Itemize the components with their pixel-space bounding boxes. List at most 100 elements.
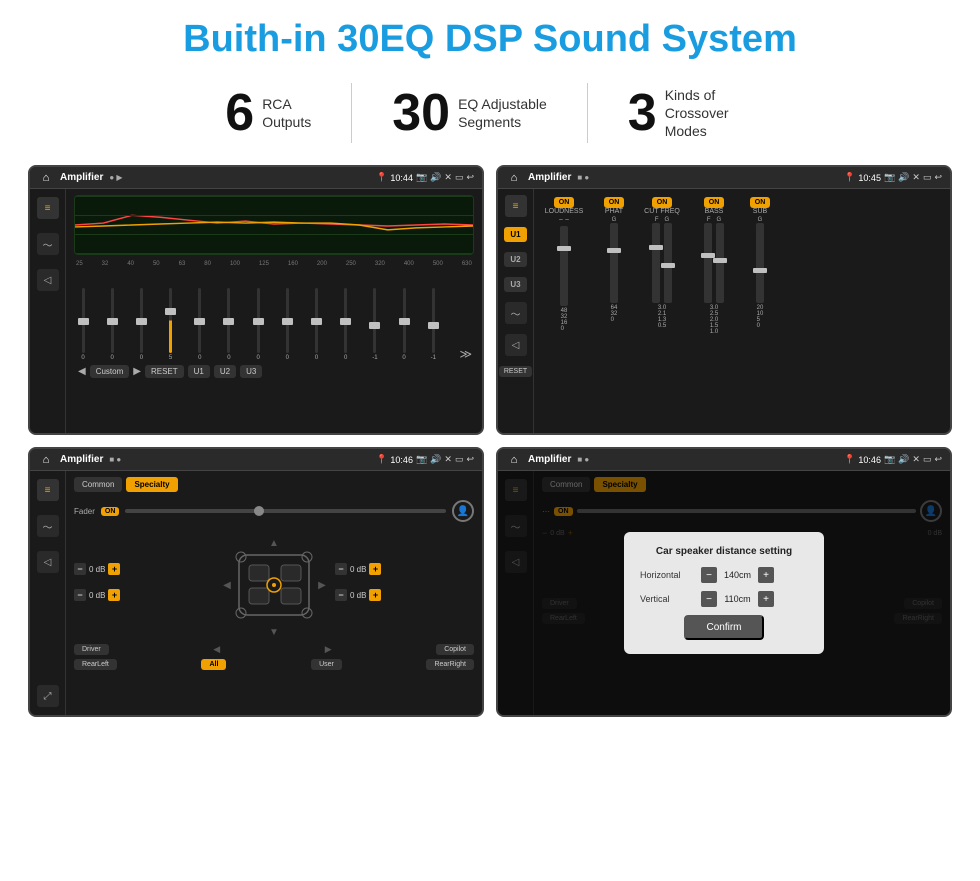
eq-slider-8[interactable]: 0 [310,288,324,361]
eq-slider-12[interactable]: -1 [426,288,440,361]
volume-icon4: 🔊 [898,454,909,465]
vol-minus-4[interactable]: − [335,589,347,601]
eq-graph [74,195,474,255]
eq-sliders-row: 0 0 0 5 [74,271,474,361]
vertical-stepper: − 110cm + [701,591,774,607]
screen3-home-icon[interactable]: ⌂ [38,452,54,468]
u2-select-btn[interactable]: U2 [504,252,526,267]
bass-toggle[interactable]: ON [704,197,725,208]
vol-minus-1[interactable]: − [74,563,86,575]
stat-crossover: 3 Kinds ofCrossover Modes [588,86,795,141]
volume-icon3: 🔊 [430,454,441,465]
cutfreq-toggle[interactable]: ON [652,197,673,208]
eq-slider-2[interactable]: 0 [134,288,148,361]
vol-minus-3[interactable]: − [335,563,347,575]
wave-icon[interactable]: 〜 [37,233,59,255]
vol-plus-1[interactable]: + [108,563,120,575]
eq-slider-0[interactable]: 0 [76,288,90,361]
sub-label: SUB [753,208,767,215]
rearleft-btn[interactable]: RearLeft [74,659,117,670]
sub-toggle[interactable]: ON [750,197,771,208]
fader-slider[interactable] [125,509,446,513]
phat-slider[interactable] [610,223,618,303]
eq-slider-11[interactable]: 0 [397,288,411,361]
vol-minus-2[interactable]: − [74,589,86,601]
home-icon[interactable]: ⌂ [38,170,54,186]
screen4-title: Amplifier [528,454,571,465]
vertical-minus-btn[interactable]: − [701,591,717,607]
custom-btn[interactable]: Custom [90,365,130,378]
eq-slider-6[interactable]: 0 [251,288,265,361]
loudness-toggle[interactable]: ON [554,197,575,208]
u1-btn[interactable]: U1 [188,365,210,378]
eq-icon[interactable]: ≡ [37,197,59,219]
horizontal-plus-btn[interactable]: + [758,567,774,583]
speaker-icon[interactable]: ◁ [37,269,59,291]
dialog-vertical-label: Vertical [640,594,695,604]
bass-label: BASS [705,208,724,215]
copilot-btn[interactable]: Copilot [436,644,474,655]
reset-btn[interactable]: RESET [145,365,184,378]
profile-icon[interactable]: 👤 [452,500,474,522]
sub-slider[interactable] [756,223,764,303]
stats-row: 6 RCAOutputs 30 EQ AdjustableSegments 3 … [28,83,952,143]
cutfreq-slider-g[interactable] [664,223,672,303]
eq-more-icon[interactable]: ≫ [459,347,472,361]
vertical-value: 110cm [720,594,755,604]
eq-slider-4[interactable]: 0 [193,288,207,361]
u1-select-btn[interactable]: U1 [504,227,526,242]
vol-left-2: − 0 dB + [74,589,120,601]
horizontal-minus-btn[interactable]: − [701,567,717,583]
vol-row-2: − 0 dB + [74,589,213,601]
vol-plus-2[interactable]: + [108,589,120,601]
screen3-title: Amplifier [60,454,103,465]
screen-eq: ⌂ Amplifier ● ▶ 📍 10:44 📷 🔊 ✕ ▭ ↩ ≡ 〜 ◁ [28,165,484,435]
eq-slider-9[interactable]: 0 [339,288,353,361]
vol-plus-3[interactable]: + [369,563,381,575]
eq-slider-3[interactable]: 5 [164,288,178,361]
cross-eq-icon[interactable]: ≡ [505,195,527,217]
cross-wave-icon[interactable]: 〜 [505,302,527,324]
rearright-btn[interactable]: RearRight [426,659,474,670]
close-icon2: ✕ [912,172,920,183]
u3-select-btn[interactable]: U3 [504,277,526,292]
s3-spk-icon[interactable]: ◁ [37,551,59,573]
s3-eq-icon[interactable]: ≡ [37,479,59,501]
cross-reset-btn[interactable]: RESET [499,366,532,377]
screen2-home-icon[interactable]: ⌂ [506,170,522,186]
eq-slider-5[interactable]: 0 [222,288,236,361]
user-btn[interactable]: User [311,659,342,670]
screen1-sidebar: ≡ 〜 ◁ [30,189,66,433]
screen2-content: ≡ U1 U2 U3 〜 ◁ RESET ON LOUDNESS ~~ [498,189,950,433]
vol-plus-4[interactable]: + [369,589,381,601]
eq-slider-7[interactable]: 0 [280,288,294,361]
driver-btn[interactable]: Driver [74,644,109,655]
bass-slider-f[interactable] [704,223,712,303]
eq-slider-10[interactable]: -1 [368,288,382,361]
screen4-topbar-icons: 📍 10:46 📷 🔊 ✕ ▭ ↩ [844,454,942,465]
fader-toggle[interactable]: ON [101,507,120,516]
phat-toggle[interactable]: ON [604,197,625,208]
eq-slider-1[interactable]: 0 [105,288,119,361]
screen4-home-icon[interactable]: ⌂ [506,452,522,468]
tab-specialty[interactable]: Specialty [126,477,177,492]
u3-btn[interactable]: U3 [240,365,262,378]
confirm-button[interactable]: Confirm [684,615,763,640]
minimize-icon2: ▭ [923,172,932,183]
cutfreq-slider-f[interactable] [652,223,660,303]
bass-slider-g[interactable] [716,223,724,303]
s3-wave-icon[interactable]: 〜 [37,515,59,537]
s3-expand-icon[interactable]: ⤢ [37,685,59,707]
left-vols: − 0 dB + − 0 dB + [74,563,213,607]
prev-icon[interactable]: ◀ [78,366,86,377]
play-icon[interactable]: ▶ [133,366,141,377]
cross-spk-icon[interactable]: ◁ [505,334,527,356]
tab-common[interactable]: Common [74,477,122,492]
close-icon: ✕ [444,172,452,183]
u2-btn[interactable]: U2 [214,365,236,378]
loudness-slider[interactable] [560,226,568,306]
all-btn[interactable]: All [201,659,226,670]
vertical-plus-btn[interactable]: + [758,591,774,607]
fader-label: Fader [74,507,95,516]
screen3-topbar-icons: 📍 10:46 📷 🔊 ✕ ▭ ↩ [376,454,474,465]
